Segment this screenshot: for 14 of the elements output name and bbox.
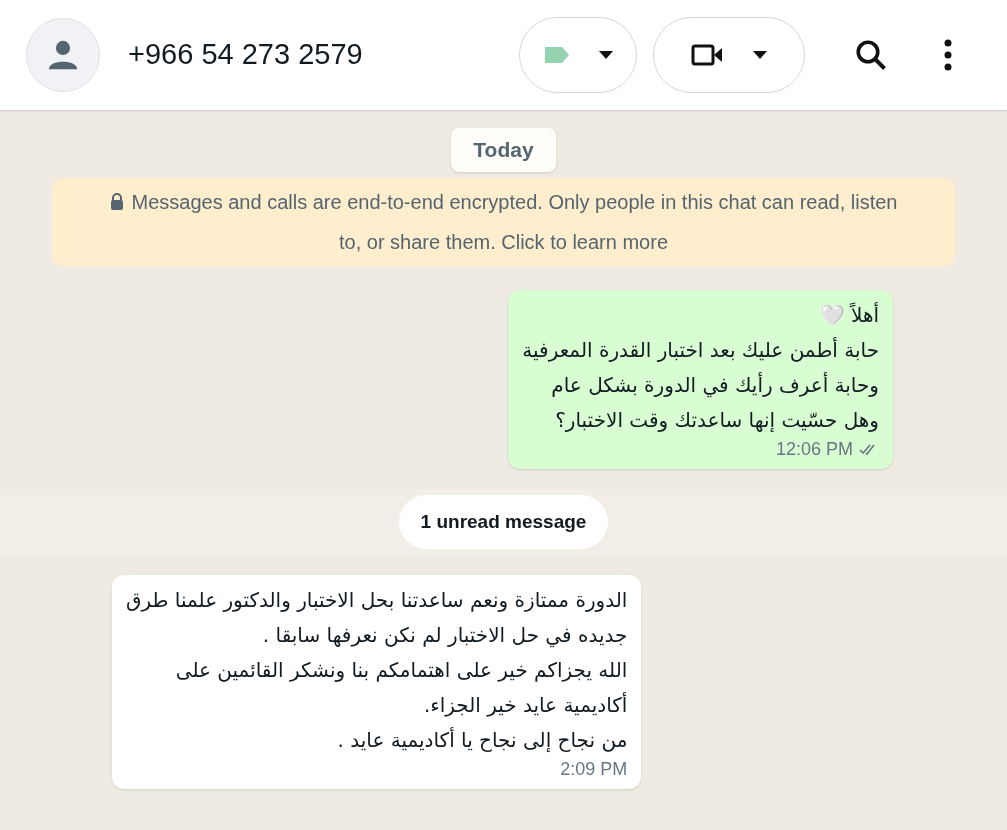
encryption-notice[interactable]: Messages and calls are end-to-end encrypted. Only people in this chat can read, listen to, or share them. Click to learn more [52, 177, 955, 266]
message-text: الدورة ممتازة ونعم ساعدتنا بحل الاختبار والدكتور علمنا طرق جديده في حل الاختبار لم نكن نعرفها سابقا . الله يجزاكم خير على اهتمامكم بنا ونشكر القائمين على أكاديمية عايد خير الجزاء. من نجاح إلى نجاح يا أكاديمية عايد . [126, 587, 628, 754]
contact-name[interactable]: +966 54 273 2579 [128, 33, 363, 77]
message-time: 12:06 PM [775, 437, 853, 461]
caret-icon [599, 51, 613, 59]
lock-icon [109, 192, 124, 210]
person-icon [46, 38, 80, 72]
caret-icon [753, 51, 767, 59]
message-text: أهلاً 🤍 حابة أطمن عليك بعد اختبار القدرة المعرفية وحابة أعرف رأيك في الدورة بشكل عام وهل حسّيت إنها ساعدتك وقت الاختبار؟ [522, 301, 879, 434]
message-time: 2:09 PM [560, 758, 628, 781]
menu-icon[interactable] [943, 39, 953, 71]
video-camera-icon [691, 43, 723, 67]
date-chip: Today [451, 128, 556, 172]
label-icon [543, 45, 571, 65]
